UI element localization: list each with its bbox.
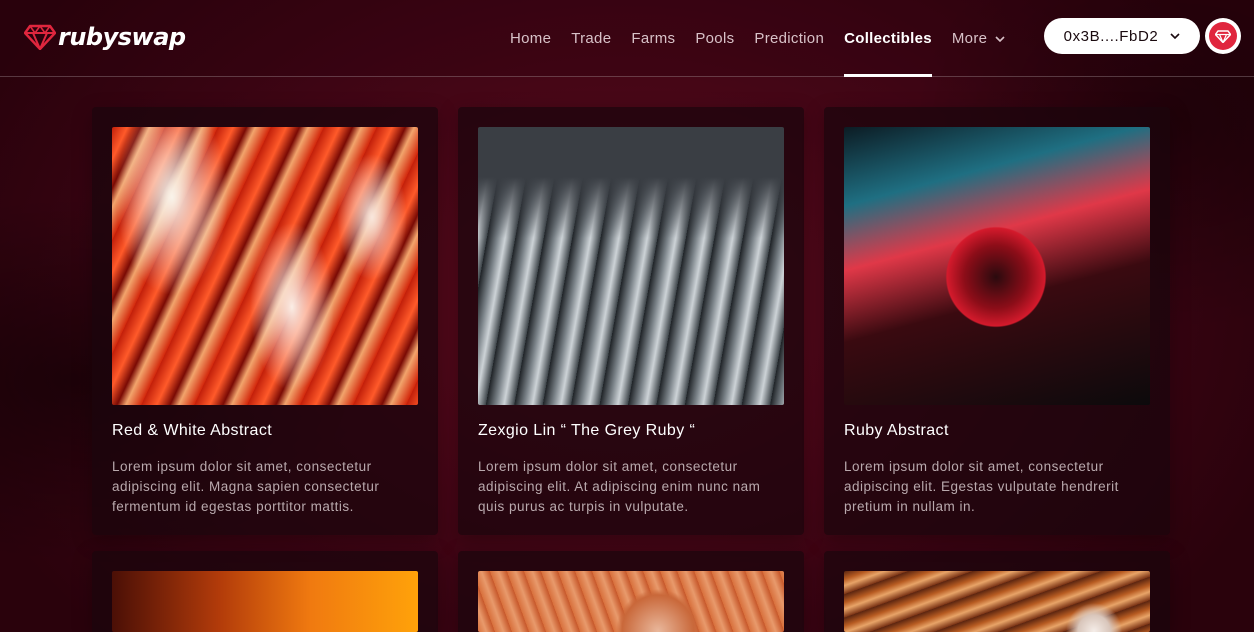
brand-name: rubyswap	[58, 23, 186, 51]
ruby-gem-icon	[24, 24, 56, 50]
collectible-title: Red & White Abstract	[112, 422, 273, 439]
nav-item-label: Home	[510, 30, 552, 47]
nav-item-label: Farms	[631, 30, 676, 47]
nav-item-more[interactable]: More	[952, 0, 1005, 77]
nav-item-collectibles[interactable]: Collectibles	[844, 0, 932, 77]
collectible-image	[844, 571, 1150, 632]
main-nav: Home Trade Farms Pools Prediction Collec…	[500, 0, 1015, 77]
nav-item-pools[interactable]: Pools	[695, 0, 734, 77]
collectible-image	[844, 127, 1150, 405]
nav-item-trade[interactable]: Trade	[571, 0, 611, 77]
profile-avatar-button[interactable]	[1205, 18, 1241, 54]
collectible-image	[478, 571, 784, 632]
nav-item-home[interactable]: Home	[510, 0, 551, 77]
nav-item-farms[interactable]: Farms	[631, 0, 675, 77]
chevron-down-icon	[995, 35, 1005, 42]
collectible-title: Zexgio Lin “ The Grey Ruby “	[478, 422, 696, 439]
collectible-card[interactable]	[92, 551, 438, 632]
collectible-card[interactable]: Zexgio Lin “ The Grey Ruby “ Lorem ipsum…	[458, 107, 804, 535]
nav-item-label: More	[951, 30, 988, 47]
collectible-image	[112, 571, 418, 632]
collectible-card[interactable]	[458, 551, 804, 632]
collectible-description: Lorem ipsum dolor sit amet, consectetur …	[478, 459, 761, 514]
avatar	[1209, 22, 1237, 50]
collectible-title: Ruby Abstract	[844, 422, 949, 439]
nav-item-label: Collectibles	[844, 30, 932, 47]
collectible-image	[112, 127, 418, 405]
nav-item-label: Pools	[695, 30, 735, 47]
collectible-description: Lorem ipsum dolor sit amet, consectetur …	[112, 459, 380, 514]
chevron-down-icon	[1170, 33, 1180, 39]
ruby-gem-icon	[1215, 29, 1231, 43]
nav-item-label: Trade	[571, 30, 612, 47]
wallet-address: 0x3B....FbD2	[1063, 27, 1159, 45]
wallet-address-button[interactable]: 0x3B....FbD2	[1044, 18, 1200, 54]
top-navbar: rubyswap Home Trade Farms Pools Predicti…	[0, 0, 1254, 77]
collectible-card[interactable]	[824, 551, 1170, 632]
brand-logo[interactable]: rubyswap	[24, 20, 186, 54]
collectible-image	[478, 127, 784, 405]
nav-item-prediction[interactable]: Prediction	[754, 0, 824, 77]
collectible-card[interactable]: Ruby Abstract Lorem ipsum dolor sit amet…	[824, 107, 1170, 535]
collectible-card[interactable]: Red & White Abstract Lorem ipsum dolor s…	[92, 107, 438, 535]
collectible-description: Lorem ipsum dolor sit amet, consectetur …	[844, 459, 1119, 514]
nav-item-label: Prediction	[754, 30, 825, 47]
